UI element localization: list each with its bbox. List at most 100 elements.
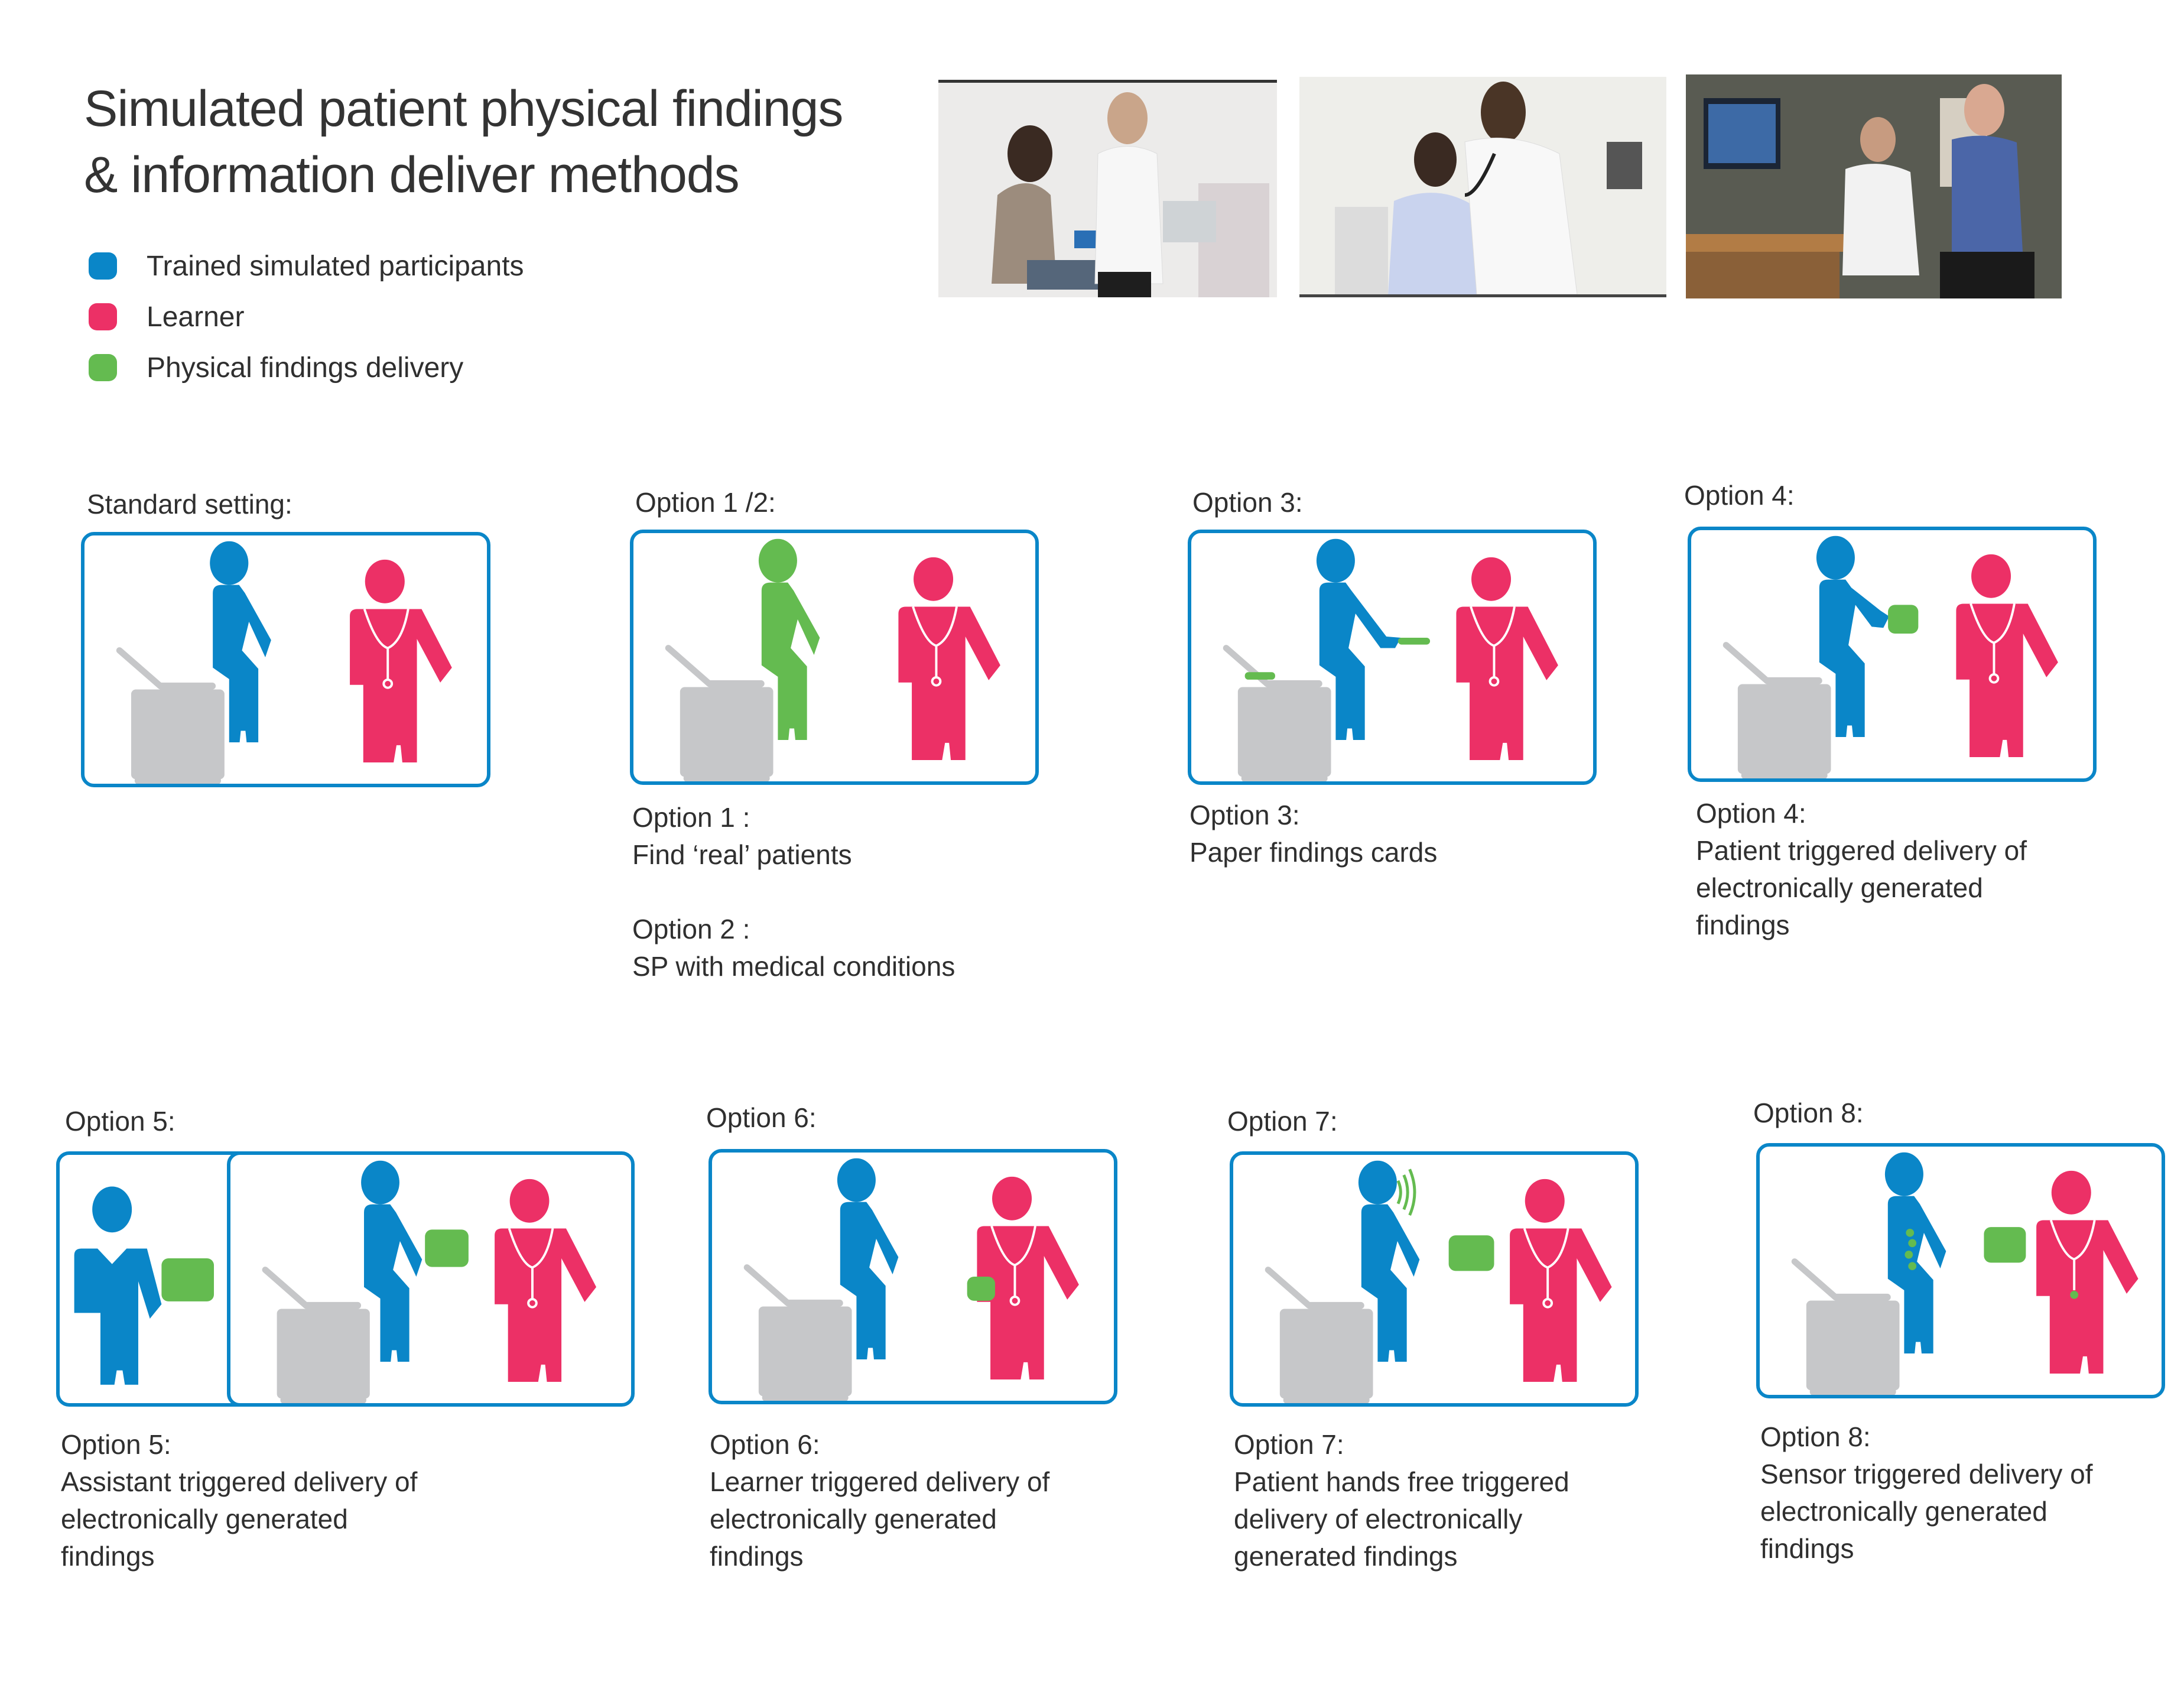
desc-line: generated findings bbox=[1234, 1541, 1458, 1572]
exam-table-icon bbox=[1223, 645, 1331, 781]
scene-opt6 bbox=[743, 1158, 1079, 1401]
exam-table-icon bbox=[665, 645, 774, 781]
option-heading-4: Option 4: bbox=[1684, 480, 1795, 511]
exam-table-icon bbox=[1722, 642, 1831, 778]
learner-icon bbox=[1510, 1179, 1612, 1382]
scene-opt3 bbox=[1223, 538, 1558, 781]
findings-device-icon bbox=[967, 1277, 995, 1301]
paper-card-icon bbox=[1398, 637, 1431, 645]
scene-opt5 bbox=[262, 1160, 597, 1403]
exam-table-icon bbox=[116, 647, 225, 784]
panel-option-5 bbox=[227, 1151, 635, 1407]
desc-line: Sensor triggered delivery of bbox=[1760, 1459, 2093, 1489]
desc-line: Patient triggered delivery of bbox=[1696, 835, 2027, 866]
option-desc-3: Option 3: Paper findings cards bbox=[1190, 797, 1437, 871]
desc-line: Patient hands free triggered bbox=[1234, 1466, 1569, 1497]
exam-table-icon bbox=[1265, 1267, 1373, 1403]
title-line-1: Simulated patient physical findings bbox=[84, 80, 843, 137]
desc-line: findings bbox=[710, 1541, 804, 1572]
legend-label: Trained simulated participants bbox=[147, 250, 524, 282]
voice-waves-icon bbox=[1396, 1168, 1416, 1216]
desc-line: findings bbox=[1760, 1533, 1854, 1564]
desc-line: electronically generated bbox=[710, 1504, 997, 1534]
legend-label: Physical findings delivery bbox=[147, 352, 464, 384]
learner-icon bbox=[350, 559, 452, 763]
desc-line: Assistant triggered delivery of bbox=[61, 1466, 418, 1497]
desc-line: Option 6: bbox=[710, 1429, 820, 1460]
clinic-photo-icon bbox=[938, 83, 1277, 297]
desc-line: Learner triggered delivery of bbox=[710, 1466, 1050, 1497]
simulated-participant-icon bbox=[361, 1160, 422, 1362]
findings-device-icon bbox=[1984, 1227, 2026, 1263]
option-desc-4: Option 4: Patient triggered delivery of … bbox=[1696, 795, 2027, 944]
scene-opt4 bbox=[1722, 535, 2058, 778]
desc-line: electronically generated bbox=[61, 1504, 348, 1534]
legend-swatch-pink bbox=[89, 303, 117, 330]
photo-doctor-with-seated-patient bbox=[938, 80, 1277, 297]
learner-icon bbox=[1956, 554, 2058, 758]
findings-device-icon bbox=[1888, 605, 1919, 634]
panel-standard bbox=[81, 532, 490, 787]
desc-line: Option 3: bbox=[1190, 800, 1300, 830]
panel-option-4 bbox=[1688, 527, 2097, 782]
legend-label: Learner bbox=[147, 301, 245, 333]
scene-opt12 bbox=[665, 538, 1000, 781]
option-heading-8: Option 8: bbox=[1753, 1098, 1864, 1128]
desc-line: findings bbox=[1696, 910, 1790, 940]
exam-table-icon bbox=[262, 1267, 370, 1403]
panel-option-1-2 bbox=[630, 530, 1039, 785]
exam-table-icon bbox=[743, 1264, 852, 1401]
panel-option-6 bbox=[708, 1149, 1117, 1404]
legend-swatch-blue bbox=[89, 252, 117, 280]
desc-line: Option 2 : bbox=[632, 914, 750, 944]
option-heading-7: Option 7: bbox=[1227, 1106, 1338, 1137]
clinic-photo-icon bbox=[1299, 77, 1666, 294]
photo-doctor-pointing-at-screen bbox=[1686, 74, 2062, 298]
learner-icon bbox=[2036, 1170, 2138, 1374]
panel-option-3 bbox=[1188, 530, 1597, 785]
legend-swatch-green bbox=[89, 354, 117, 381]
findings-device-icon bbox=[425, 1229, 469, 1267]
scene-opt7 bbox=[1265, 1160, 1612, 1403]
option-heading-5: Option 5: bbox=[65, 1106, 176, 1137]
photo-doctor-auscultating-patient bbox=[1299, 77, 1666, 297]
desc-line: Find ‘real’ patients bbox=[632, 839, 852, 870]
page-title: Simulated patient physical findings & in… bbox=[84, 76, 843, 208]
learner-icon bbox=[898, 557, 1000, 761]
option-heading-1-2: Option 1 /2: bbox=[635, 487, 776, 518]
desc-line: Option 1 : bbox=[632, 802, 750, 833]
desc-line: electronically generated bbox=[1760, 1496, 2048, 1527]
findings-device-icon bbox=[1448, 1235, 1494, 1271]
desc-spacer bbox=[632, 874, 955, 911]
desc-line: Option 4: bbox=[1696, 798, 1806, 829]
option-heading-standard: Standard setting: bbox=[87, 489, 292, 520]
desc-line: Option 5: bbox=[61, 1429, 171, 1460]
desc-line: Option 8: bbox=[1760, 1421, 1871, 1452]
legend-item-sp: Trained simulated participants bbox=[89, 248, 524, 284]
panel-option-7 bbox=[1230, 1151, 1639, 1407]
exam-table-icon bbox=[1791, 1258, 1900, 1395]
sensor-dot-icon bbox=[2070, 1291, 2079, 1299]
option-desc-5: Option 5: Assistant triggered delivery o… bbox=[61, 1426, 417, 1575]
legend-item-findings: Physical findings delivery bbox=[89, 350, 463, 385]
desc-line: Option 7: bbox=[1234, 1429, 1344, 1460]
findings-device-icon bbox=[161, 1258, 214, 1301]
desc-line: SP with medical conditions bbox=[632, 951, 956, 982]
desc-line: electronically generated bbox=[1696, 872, 1983, 903]
scene-opt8 bbox=[1791, 1152, 2138, 1395]
desc-line: delivery of electronically bbox=[1234, 1504, 1523, 1534]
desc-line: findings bbox=[61, 1541, 155, 1572]
learner-icon bbox=[495, 1179, 597, 1382]
option-heading-3: Option 3: bbox=[1192, 487, 1303, 518]
paper-card-icon bbox=[1244, 672, 1275, 680]
legend-item-learner: Learner bbox=[89, 299, 244, 335]
option-desc-8: Option 8: Sensor triggered delivery of e… bbox=[1760, 1418, 2093, 1567]
title-line-2: & information deliver methods bbox=[84, 147, 740, 203]
panel-option-8 bbox=[1756, 1143, 2165, 1398]
learner-icon bbox=[1456, 557, 1558, 761]
option-desc-7: Option 7: Patient hands free triggered d… bbox=[1234, 1426, 1569, 1575]
clinic-photo-icon bbox=[1686, 74, 2062, 298]
option-desc-1-2: Option 1 : Find ‘real’ patients Option 2… bbox=[632, 799, 955, 985]
option-heading-6: Option 6: bbox=[706, 1102, 817, 1133]
desc-line: Paper findings cards bbox=[1190, 837, 1438, 868]
